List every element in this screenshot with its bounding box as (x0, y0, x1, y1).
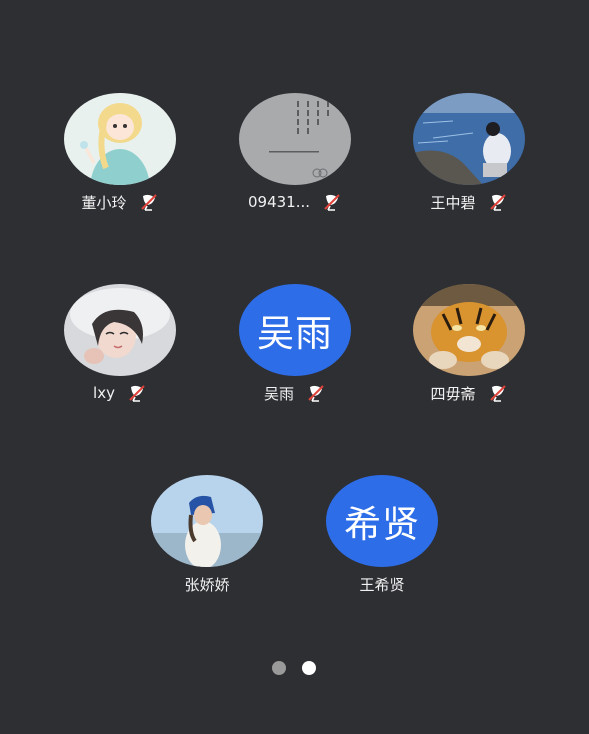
participant-tile[interactable]: 张娇娇 (137, 475, 277, 605)
anime-princess-avatar (64, 93, 176, 185)
text-avatar: 吴雨 (239, 284, 351, 376)
mic-muted-icon (127, 383, 147, 403)
participant-name: 吴雨 (263, 384, 294, 403)
text-avatar: 希贤 (326, 475, 438, 567)
participant-tile[interactable]: 王中碧 (399, 93, 539, 223)
participant-name: lxy (93, 384, 115, 402)
participant-label-row: 王希贤 (312, 573, 452, 595)
participant-name: 王中碧 (430, 193, 476, 212)
participant-tile[interactable]: 四毋斋 (399, 284, 539, 414)
mic-muted-icon (306, 383, 326, 403)
participant-label-row: 吴雨 (225, 382, 365, 404)
tiger-avatar (413, 284, 525, 376)
participant-name: 09431... (247, 193, 311, 211)
page-dot[interactable] (272, 661, 286, 675)
participant-tile[interactable]: 09431... (225, 93, 365, 223)
girl-photo-avatar (64, 284, 176, 376)
participant-name: 董小玲 (81, 193, 127, 212)
mic-muted-icon (488, 383, 508, 403)
participant-label-row: lxy (50, 382, 190, 404)
participant-name: 张娇娇 (184, 575, 230, 594)
participant-tile[interactable]: 吴雨 吴雨 (225, 284, 365, 414)
mic-muted-icon (488, 192, 508, 212)
mic-muted-icon (322, 192, 342, 212)
participant-label-row: 张娇娇 (137, 573, 277, 595)
participant-label-row: 09431... (225, 191, 365, 213)
participant-name: 王希贤 (359, 575, 405, 594)
participant-tile[interactable]: 董小玲 (50, 93, 190, 223)
page-dot-current[interactable] (302, 661, 316, 675)
participant-tile[interactable]: 希贤 王希贤 (312, 475, 452, 605)
participant-tile[interactable]: lxy (50, 284, 190, 414)
participant-label-row: 四毋斋 (399, 382, 539, 404)
participant-name: 四毋斋 (430, 384, 476, 403)
poem-avatar (239, 93, 351, 185)
page-indicator (272, 661, 320, 675)
lakeside-photo-avatar (413, 93, 525, 185)
participant-label-row: 王中碧 (399, 191, 539, 213)
mic-muted-icon (139, 192, 159, 212)
beach-photo-avatar (151, 475, 263, 567)
participant-label-row: 董小玲 (50, 191, 190, 213)
